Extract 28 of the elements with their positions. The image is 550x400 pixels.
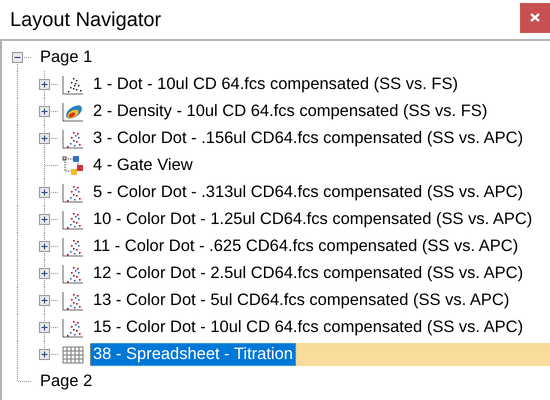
expand-toggle[interactable]: [39, 106, 50, 117]
expand-toggle[interactable]: [39, 133, 50, 144]
expand-toggle[interactable]: [39, 214, 50, 225]
expand-toggle[interactable]: [39, 349, 50, 360]
window-title: Layout Navigator: [9, 8, 162, 32]
expand-toggle[interactable]: [39, 295, 50, 306]
close-icon: [530, 13, 540, 22]
expand-toggle[interactable]: [39, 268, 50, 279]
tree-item[interactable]: 1 - Dot - 10ul CD 64.fcs compensated (SS vs. FS): [90, 73, 461, 96]
tree-item[interactable]: 10 - Color Dot - 1.25ul CD64.fcs compensated (SS vs. APC): [90, 208, 536, 231]
tree-item[interactable]: Page 1: [37, 46, 96, 69]
tree-item[interactable]: 5 - Color Dot - .313ul CD64.fcs compensated (SS vs. APC): [90, 181, 526, 204]
collapse-toggle[interactable]: [12, 52, 23, 63]
tree-item[interactable]: 38 - Spreadsheet - Titration: [90, 343, 296, 366]
expand-toggle[interactable]: [39, 241, 50, 252]
tree-item[interactable]: 15 - Color Dot - 10ul CD 64.fcs compensated (SS vs. APC): [90, 316, 526, 339]
tree-item[interactable]: 4 - Gate View: [90, 154, 196, 177]
tree-item[interactable]: 13 - Color Dot - 5ul CD64.fcs compensated (SS vs. APC): [90, 289, 512, 312]
expand-toggle[interactable]: [39, 187, 50, 198]
expand-toggle[interactable]: [39, 79, 50, 90]
tree-item[interactable]: Page 2: [37, 370, 96, 393]
tree-item[interactable]: 3 - Color Dot - .156ul CD64.fcs compensated (SS vs. APC): [90, 127, 526, 150]
tree-item[interactable]: 12 - Color Dot - 2.5ul CD64.fcs compensated (SS vs. APC): [90, 262, 526, 285]
close-button[interactable]: [520, 2, 550, 32]
expand-toggle[interactable]: [39, 322, 50, 333]
tree-item[interactable]: 11 - Color Dot - .625 CD64.fcs compensated (SS vs. APC): [90, 235, 522, 258]
flowchart-icon: [61, 154, 85, 178]
tree-item[interactable]: 2 - Density - 10ul CD 64.fcs compensated (SS vs. FS): [90, 100, 490, 123]
